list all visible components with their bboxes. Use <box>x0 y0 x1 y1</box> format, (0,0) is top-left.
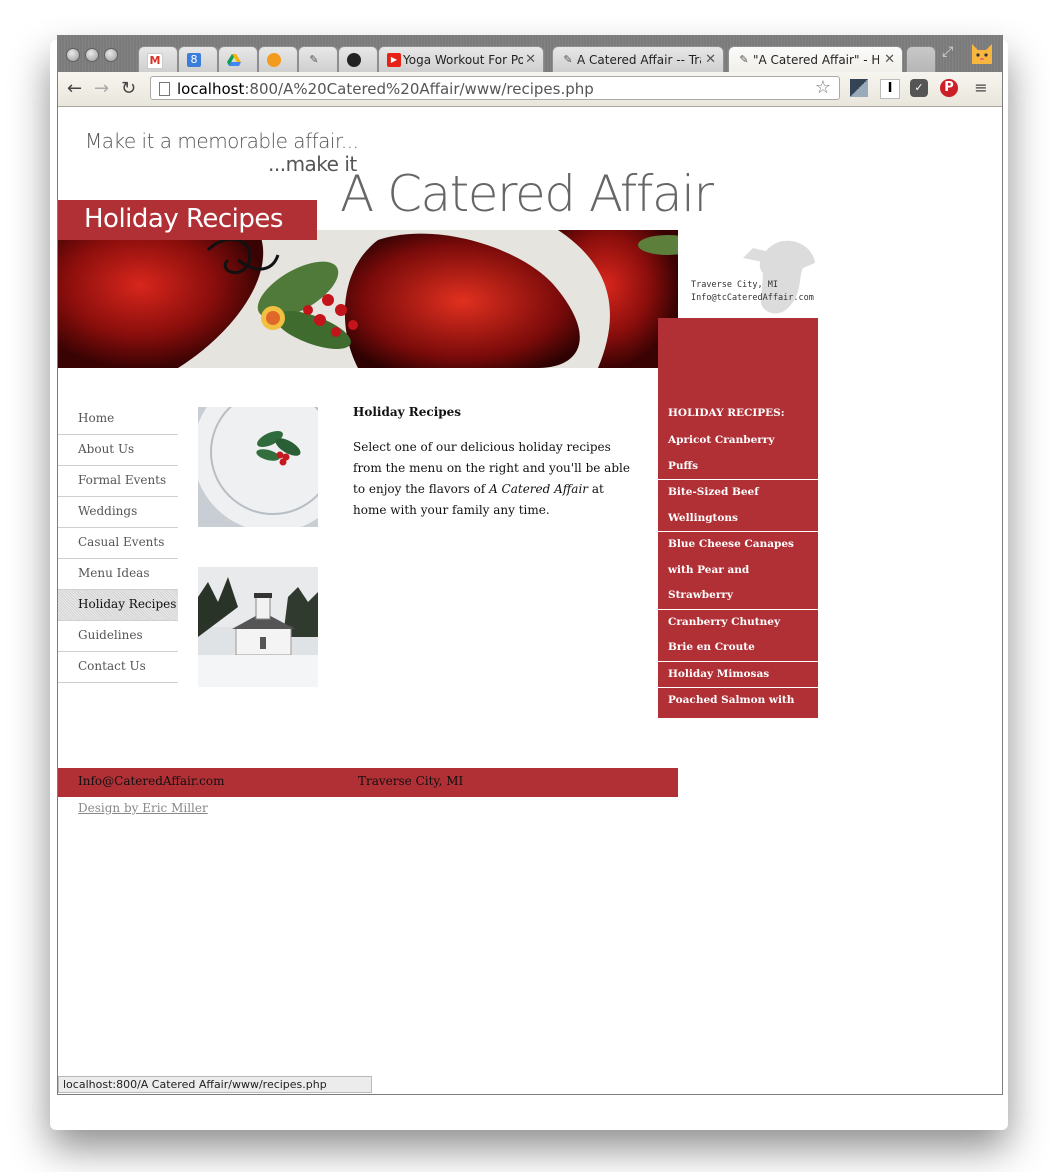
footer-email: Info@CateredAffair.com <box>78 774 225 788</box>
extension-grid-icon[interactable] <box>850 79 868 97</box>
hero-image <box>58 230 678 368</box>
brand-emphasis: A Catered Affair <box>489 482 589 496</box>
fullscreen-icon[interactable]: ⤢ <box>942 44 953 60</box>
close-tab-icon[interactable]: ✕ <box>705 52 716 67</box>
page-icon <box>159 82 170 96</box>
web-page: Make it a memorable affair... ...make it… <box>58 107 1002 1094</box>
profile-cat-icon[interactable] <box>968 40 996 68</box>
main-nav: Home About Us Formal Events Weddings Cas… <box>58 404 178 683</box>
tab-catered-affair-active[interactable]: ✎ "A Catered Affair" - Hol ✕ <box>728 46 903 72</box>
tab-calendar[interactable]: 8 <box>178 46 218 72</box>
tab-youtube[interactable]: ▶ Yoga Workout For Post ✕ <box>378 46 544 72</box>
tab-drive[interactable] <box>218 46 258 72</box>
design-credit-link[interactable]: Design by Eric Miller <box>78 801 208 815</box>
pocket-icon[interactable]: ✓ <box>910 79 928 97</box>
recipe-link-apricot-cranberry-puffs[interactable]: Apricot Cranberry Puffs <box>658 428 818 480</box>
forward-icon[interactable]: → <box>94 78 109 99</box>
reload-icon[interactable]: ↻ <box>121 78 136 99</box>
nav-item-home[interactable]: Home <box>58 404 178 435</box>
header-city: Traverse City, MI <box>691 280 778 290</box>
page-title: Holiday Recipes <box>84 204 283 234</box>
recipe-menu-heading: HOLIDAY RECIPES: <box>668 407 785 419</box>
recipe-link-holiday-mimosas[interactable]: Holiday Mimosas <box>658 662 818 688</box>
tab-gmail[interactable]: M <box>138 46 178 72</box>
recipe-menu: Apricot Cranberry Puffs Bite-Sized Beef … <box>658 428 818 791</box>
pinterest-icon[interactable]: P <box>940 79 958 97</box>
calendar-icon: 8 <box>187 53 201 67</box>
lighthouse-snow-photo <box>198 567 318 687</box>
close-window-icon[interactable] <box>66 48 80 62</box>
plate-holly-photo <box>198 407 318 527</box>
tab-title: A Catered Affair -- Tra <box>577 53 701 67</box>
page-title-band: Holiday Recipes <box>58 200 317 240</box>
tagline-1: Make it a memorable affair... <box>85 129 359 153</box>
michigan-map-icon <box>743 240 815 314</box>
recipe-link-beef-wellingtons[interactable]: Bite-Sized Beef Wellingtons <box>658 480 818 532</box>
instapaper-icon[interactable]: I <box>880 79 900 99</box>
tab-github[interactable] <box>338 46 378 72</box>
drive-icon <box>227 53 241 67</box>
tab-strip: M 8 ✎ ▶ Yoga Workout For Post ✕ ✎ A Cate… <box>58 36 1002 72</box>
status-bar: localhost:800/A Catered Affair/www/recip… <box>58 1076 372 1093</box>
tab-orange-app[interactable] <box>258 46 298 72</box>
minimize-window-icon[interactable] <box>85 48 99 62</box>
recipe-link-cranberry-chutney-brie[interactable]: Cranberry Chutney Brie en Croute <box>658 610 818 662</box>
github-icon <box>347 53 361 67</box>
header-email: Info@tcCateredAffair.com <box>691 293 814 303</box>
gmail-icon: M <box>147 53 163 69</box>
wand-icon: ✎ <box>739 53 749 66</box>
nav-item-guidelines[interactable]: Guidelines <box>58 621 178 652</box>
orange-app-icon <box>267 53 281 67</box>
new-tab-button[interactable] <box>906 46 936 72</box>
content-heading: Holiday Recipes <box>353 405 462 419</box>
recipe-link-poached-salmon[interactable]: Poached Salmon with Dilled Sour Cream an… <box>658 688 818 766</box>
footer-city: Traverse City, MI <box>358 774 464 788</box>
footer-bar: Info@CateredAffair.com Traverse City, MI <box>58 768 678 797</box>
recipe-link-blue-cheese-canapes[interactable]: Blue Cheese Canapes with Pear and Strawb… <box>658 532 818 610</box>
close-tab-icon[interactable]: ✕ <box>884 52 895 67</box>
zoom-window-icon[interactable] <box>104 48 118 62</box>
nav-item-casual-events[interactable]: Casual Events <box>58 528 178 559</box>
close-tab-icon[interactable]: ✕ <box>525 52 536 67</box>
tab-wand[interactable]: ✎ <box>298 46 338 72</box>
nav-item-contact-us[interactable]: Contact Us <box>58 652 178 683</box>
youtube-icon: ▶ <box>387 53 401 67</box>
back-icon[interactable]: ← <box>67 78 82 99</box>
address-bar[interactable]: localhost:800/A%20Catered%20Affair/www/r… <box>150 76 840 100</box>
menu-icon[interactable]: ≡ <box>972 79 990 97</box>
wand-icon: ✎ <box>563 53 573 66</box>
content-paragraph: Select one of our delicious holiday reci… <box>353 437 633 521</box>
recipe-link-vegetable-tartlets[interactable]: Vegetable Tartlets <box>658 766 818 792</box>
url-text: localhost:800/A%20Catered%20Affair/www/r… <box>177 80 594 98</box>
tab-title: Yoga Workout For Post <box>403 53 523 67</box>
bookmark-star-icon[interactable]: ☆ <box>815 77 831 98</box>
wand-icon: ✎ <box>309 53 319 66</box>
header-contact: Traverse City, MI Info@tcCateredAffair.c… <box>691 279 814 305</box>
nav-item-menu-ideas[interactable]: Menu Ideas <box>58 559 178 590</box>
nav-item-weddings[interactable]: Weddings <box>58 497 178 528</box>
site-logo[interactable]: A Catered Affair <box>340 165 714 223</box>
browser-toolbar: ← → ↻ localhost:800/A%20Catered%20Affair… <box>58 72 1002 107</box>
tab-title: "A Catered Affair" - Hol <box>753 53 879 67</box>
nav-item-about-us[interactable]: About Us <box>58 435 178 466</box>
nav-item-formal-events[interactable]: Formal Events <box>58 466 178 497</box>
browser-window: M 8 ✎ ▶ Yoga Workout For Post ✕ ✎ A Cate… <box>57 35 1003 1095</box>
nav-item-holiday-recipes[interactable]: Holiday Recipes <box>58 590 178 621</box>
tab-catered-affair-1[interactable]: ✎ A Catered Affair -- Tra ✕ <box>552 46 724 72</box>
